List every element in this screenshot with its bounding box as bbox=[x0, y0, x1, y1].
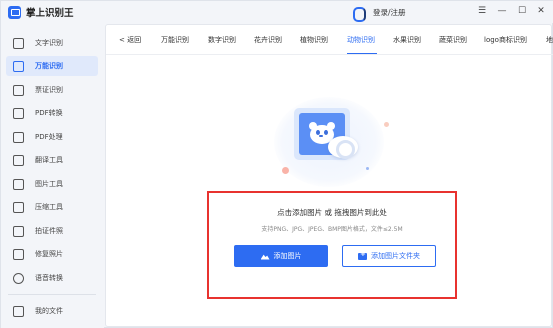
sidebar-item-image-tools[interactable]: 图片工具 bbox=[6, 174, 98, 194]
main-panel: < 返回 万能识别 数字识别 花卉识别 植物识别 动物识别 水果识别 蔬菜识别 … bbox=[105, 24, 553, 327]
image-tools-icon bbox=[13, 178, 24, 190]
title-bar: 掌上识别王 登录/注册 ☰ — ☐ ✕ bbox=[1, 1, 553, 23]
app-title: 掌上识别王 bbox=[26, 8, 74, 19]
add-folder-button[interactable]: 添加图片文件夹 bbox=[342, 245, 436, 267]
sidebar-item-label: 我的文件 bbox=[35, 307, 63, 315]
image-icon bbox=[260, 254, 270, 260]
id-photo-icon bbox=[13, 225, 24, 237]
tab-logo[interactable]: logo商标识别 bbox=[484, 35, 527, 45]
sidebar-item-universal-recognition[interactable]: 万能识别 bbox=[6, 56, 98, 76]
sidebar-item-voice-convert[interactable]: 语音转换 bbox=[6, 268, 98, 288]
pdf-convert-icon bbox=[13, 107, 24, 119]
user-logo-icon bbox=[351, 6, 366, 22]
tab-universal[interactable]: 万能识别 bbox=[161, 35, 189, 45]
close-icon[interactable]: ✕ bbox=[534, 4, 548, 18]
app-logo-icon bbox=[8, 5, 21, 19]
maximize-icon[interactable]: ☐ bbox=[515, 4, 529, 18]
menu-icon[interactable]: ☰ bbox=[475, 4, 489, 18]
add-image-button[interactable]: 添加图片 bbox=[234, 245, 328, 267]
tab-more[interactable]: 地 bbox=[546, 35, 553, 45]
magnifier-eye-icon bbox=[328, 136, 358, 159]
pdf-process-icon bbox=[13, 131, 24, 143]
decor-dot bbox=[384, 122, 389, 127]
sidebar-item-translate[interactable]: 翻译工具 bbox=[6, 150, 98, 170]
translate-icon bbox=[13, 154, 24, 166]
tab-fruit[interactable]: 水果识别 bbox=[393, 35, 421, 45]
back-button[interactable]: < 返回 bbox=[119, 35, 141, 45]
sidebar-item-label: 文字识别 bbox=[35, 39, 63, 47]
sidebar-item-label: 修复照片 bbox=[35, 250, 63, 258]
dropzone-format-hint: 支持PNG、JPG、JPEG、BMP图片格式，文件≤2.5M bbox=[261, 226, 403, 233]
sidebar-item-label: 图片工具 bbox=[35, 180, 63, 188]
app-window: 掌上识别王 登录/注册 ☰ — ☐ ✕ 文字识别 万能识别 票证识别 PDF转换 bbox=[0, 0, 553, 328]
sidebar-item-label: 万能识别 bbox=[35, 62, 63, 70]
sidebar-item-pdf-process[interactable]: PDF处理 bbox=[6, 127, 98, 147]
sidebar-item-label: PDF处理 bbox=[35, 133, 63, 141]
tab-flower[interactable]: 花卉识别 bbox=[254, 35, 282, 45]
sidebar-item-label: PDF转换 bbox=[35, 109, 63, 117]
login-label: 登录/注册 bbox=[373, 7, 406, 17]
upload-dropzone[interactable]: 点击添加图片 或 拖拽图片到此处 支持PNG、JPG、JPEG、BMP图片格式，… bbox=[207, 191, 457, 299]
tab-animal[interactable]: 动物识别 bbox=[347, 35, 375, 45]
add-image-label: 添加图片 bbox=[273, 252, 302, 260]
decor-dot bbox=[282, 167, 289, 174]
animal-recognition-illustration bbox=[266, 92, 396, 192]
sidebar-item-text-recognition[interactable]: 文字识别 bbox=[6, 33, 98, 53]
sidebar-item-photo-repair[interactable]: 修复照片 bbox=[6, 244, 98, 264]
photo-repair-icon bbox=[13, 248, 24, 260]
active-tab-indicator bbox=[347, 53, 377, 54]
minimize-icon[interactable]: — bbox=[495, 4, 509, 18]
tab-plant[interactable]: 植物识别 bbox=[300, 35, 328, 45]
sidebar-item-label: 翻译工具 bbox=[35, 156, 63, 164]
login-button[interactable]: 登录/注册 bbox=[351, 4, 406, 22]
tab-digit[interactable]: 数字识别 bbox=[208, 35, 236, 45]
sidebar-item-my-files[interactable]: 我的文件 bbox=[6, 301, 98, 321]
sidebar-item-label: 拍证件照 bbox=[35, 227, 63, 235]
sidebar-item-label: 票证识别 bbox=[35, 86, 63, 94]
text-recognition-icon bbox=[13, 37, 24, 49]
folder-add-icon bbox=[358, 250, 367, 260]
my-files-icon bbox=[13, 305, 24, 317]
sidebar-item-compress[interactable]: 压缩工具 bbox=[6, 197, 98, 217]
tab-vegetable[interactable]: 蔬菜识别 bbox=[439, 35, 467, 45]
brand: 掌上识别王 bbox=[8, 5, 74, 19]
compress-icon bbox=[13, 201, 24, 213]
dropzone-title: 点击添加图片 或 拖拽图片到此处 bbox=[277, 208, 387, 217]
add-folder-label: 添加图片文件夹 bbox=[371, 252, 420, 260]
sidebar-item-ticket-recognition[interactable]: 票证识别 bbox=[6, 80, 98, 100]
sidebar: 文字识别 万能识别 票证识别 PDF转换 PDF处理 翻译工具 图片工具 压缩工… bbox=[1, 23, 104, 328]
ticket-recognition-icon bbox=[13, 84, 24, 96]
sidebar-divider bbox=[8, 294, 96, 295]
sidebar-item-label: 语音转换 bbox=[35, 274, 63, 282]
voice-convert-icon bbox=[13, 272, 24, 284]
sidebar-item-label: 压缩工具 bbox=[35, 203, 63, 211]
universal-recognition-icon bbox=[13, 60, 24, 72]
decor-dot bbox=[366, 167, 369, 170]
sidebar-item-pdf-convert[interactable]: PDF转换 bbox=[6, 103, 98, 123]
sidebar-item-id-photo[interactable]: 拍证件照 bbox=[6, 221, 98, 241]
category-tabs: < 返回 万能识别 数字识别 花卉识别 植物识别 动物识别 水果识别 蔬菜识别 … bbox=[106, 25, 553, 55]
